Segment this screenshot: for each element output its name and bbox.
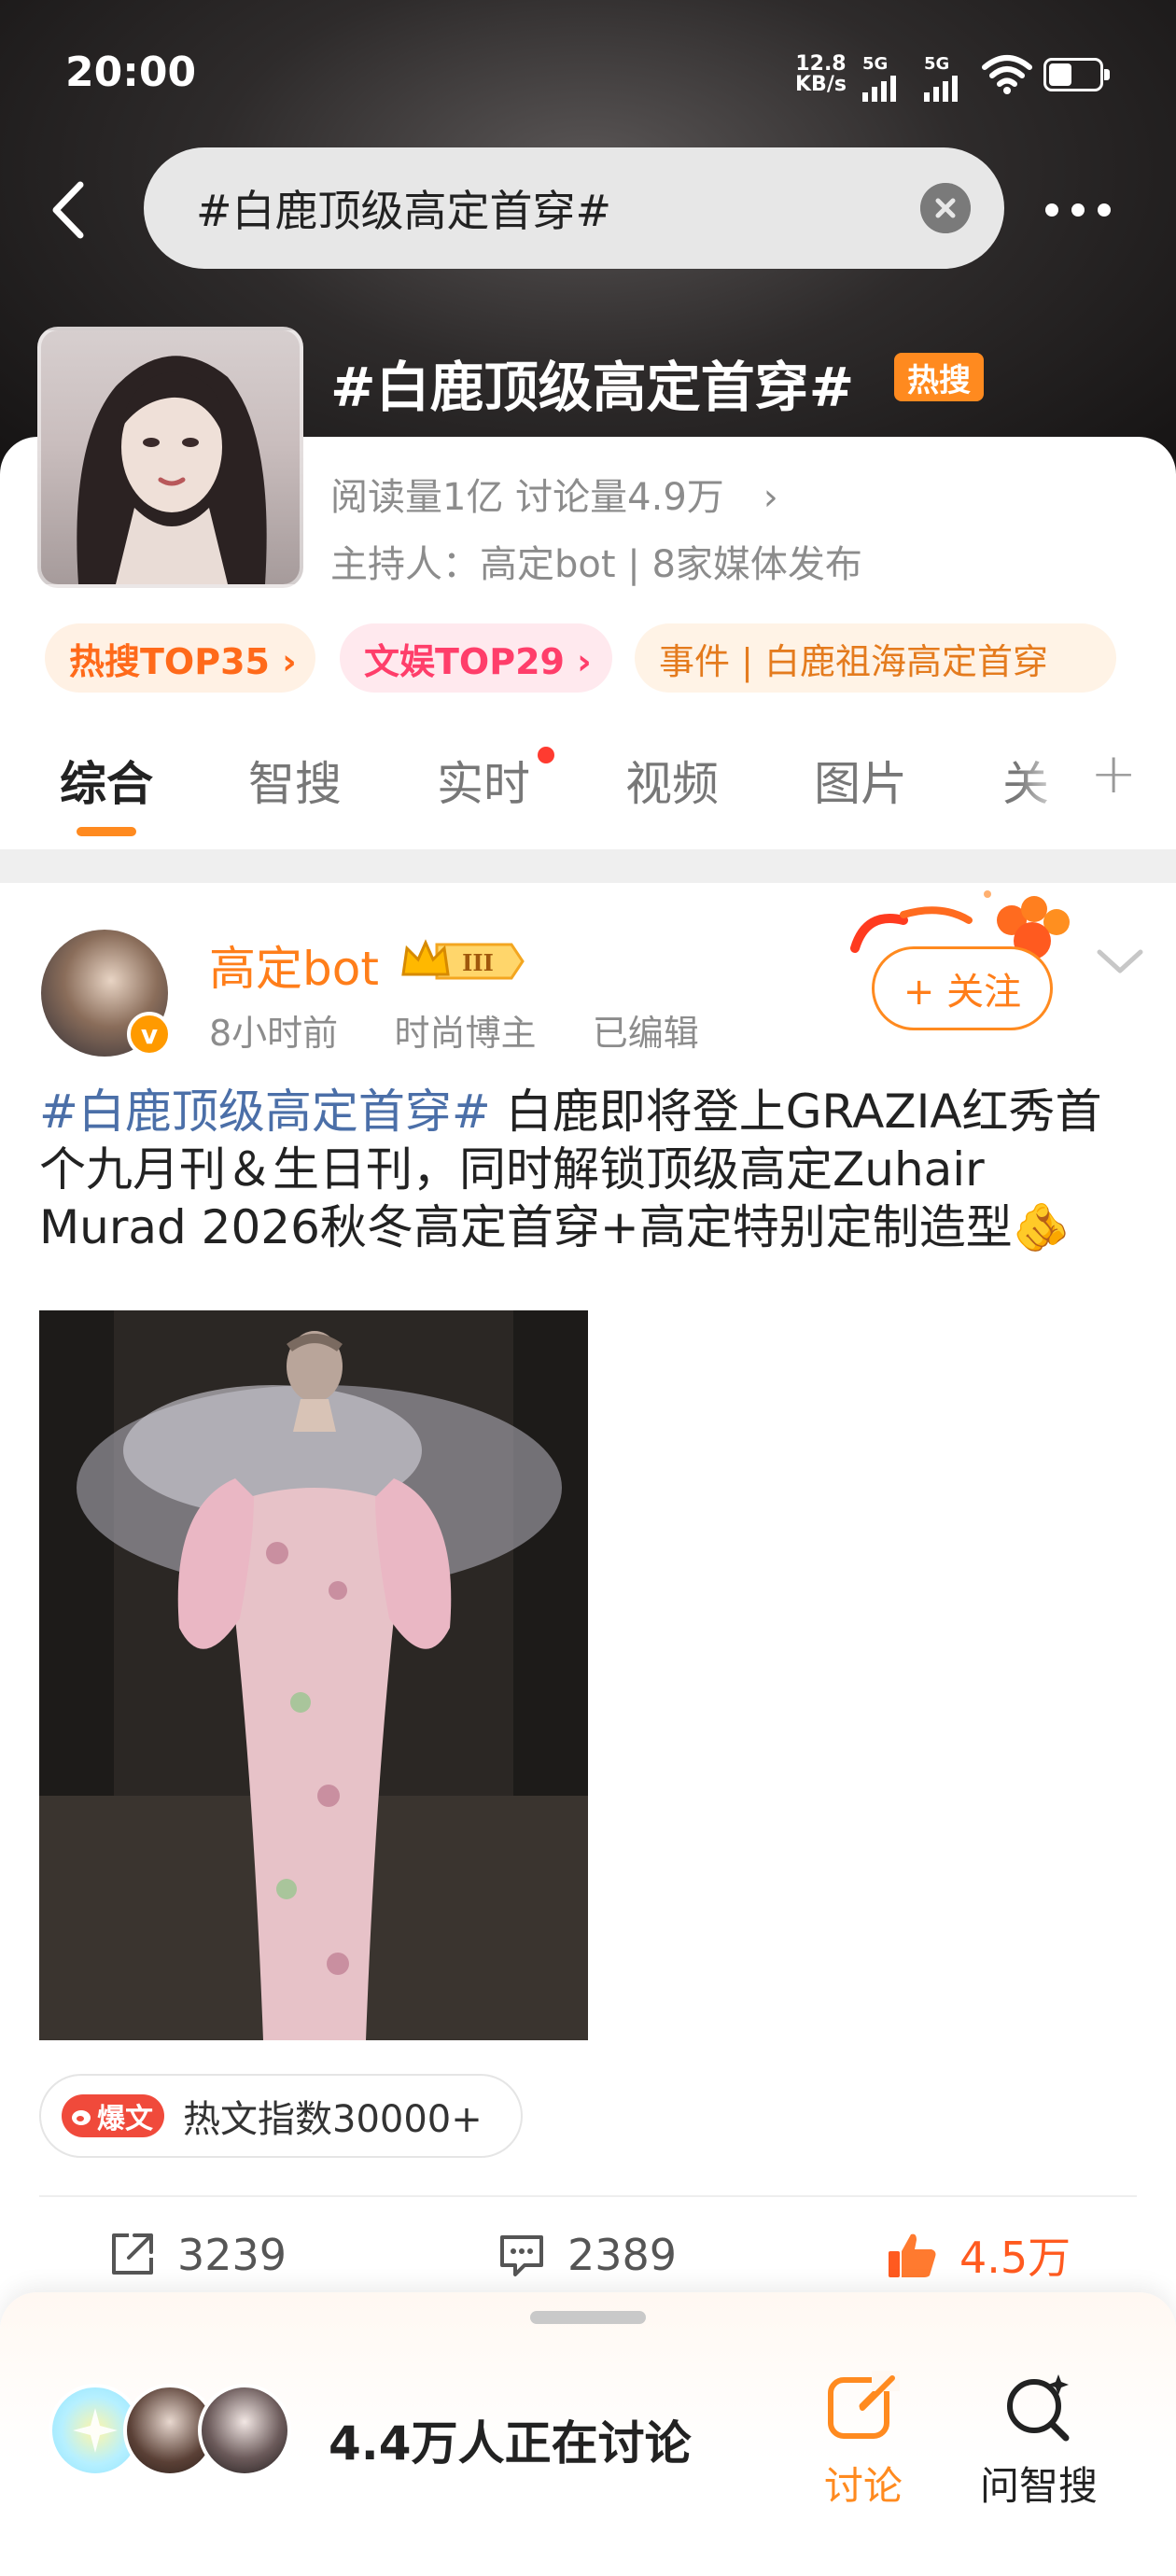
tab-video[interactable]: 视频 (625, 747, 719, 814)
like-button[interactable]: 4.5万 (885, 2227, 1071, 2283)
topic-title: #白鹿顶级高定首穿# (330, 356, 855, 419)
crown-rank-icon: III (399, 937, 525, 986)
post-time: 8小时前 (209, 1013, 339, 1054)
event-label: 事件 | 白鹿祖海高定首穿 (659, 640, 1048, 682)
topic-cover-image[interactable] (37, 327, 303, 588)
pointing-emoji: 🫵 (1012, 1200, 1071, 1254)
hot-search-rank-pill[interactable]: 热搜TOP35 › (45, 623, 315, 693)
repost-count: 3239 (177, 2230, 287, 2280)
ask-smart-search-label: 问智搜 (979, 2463, 1098, 2509)
ask-smart-search-button[interactable]: 问智搜 (978, 2371, 1099, 2512)
event-pill[interactable]: 事件 | 白鹿祖海高定首穿 (635, 623, 1116, 693)
clear-search-icon[interactable] (920, 183, 971, 233)
topic-stats-text: 阅读量1亿 讨论量4.9万 (330, 476, 724, 519)
new-content-dot (538, 747, 554, 763)
drag-handle[interactable] (530, 2311, 646, 2324)
entertainment-rank-pill[interactable]: 文娱TOP29 › (340, 623, 612, 693)
viral-post-badge: 爆文 (62, 2094, 164, 2137)
signal-2-label: 5G (924, 54, 950, 74)
network-speed: 12.8 KB/s (795, 54, 847, 95)
post-image[interactable] (39, 1310, 588, 2040)
hot-index-text: 热文指数30000+ (183, 2098, 483, 2141)
discuss-button[interactable]: 讨论 (803, 2371, 924, 2512)
topic-host: 主持人：高定bot | 8家媒体发布 (330, 543, 862, 586)
signal-bars-icon (924, 74, 958, 102)
search-input[interactable]: #白鹿顶级高定首穿# (144, 147, 1004, 269)
tab-realtime[interactable]: 实时 (437, 747, 530, 814)
back-button[interactable] (45, 177, 101, 243)
network-speed-value: 12.8 (795, 52, 847, 76)
action-divider (39, 2195, 1137, 2197)
battery-icon (1043, 58, 1110, 91)
add-tab-icon[interactable]: + (1090, 741, 1137, 806)
discussion-count: 4.4万人正在讨论 (329, 2416, 692, 2471)
signal-1: 5G (862, 54, 896, 102)
hot-search-rank-label: 热搜TOP35 › (69, 640, 297, 682)
share-icon (112, 2233, 153, 2275)
active-tab-indicator (77, 827, 136, 836)
comment-count: 2389 (567, 2230, 678, 2280)
tab-smart-search[interactable]: 智搜 (248, 747, 342, 814)
signal-1-label: 5G (862, 54, 889, 74)
tab-images[interactable]: 图片 (814, 747, 907, 814)
participant-avatar-3 (198, 2384, 291, 2477)
tab-bar: 综合 智搜 实时 视频 图片 关 + (0, 737, 1176, 836)
weibo-logo-icon (72, 2110, 91, 2125)
signal-2: 5G (924, 54, 958, 102)
signal-bars-icon (862, 74, 896, 102)
hot-index-badge[interactable]: 爆文 热文指数30000+ (39, 2074, 523, 2158)
network-speed-unit: KB/s (795, 73, 847, 96)
chevron-right-icon: › (763, 476, 778, 519)
topic-stats[interactable]: 阅读量1亿 讨论量4.9万 › (330, 467, 778, 521)
verified-icon: v (127, 1012, 172, 1057)
post-body: #白鹿顶级高定首穿# 白鹿即将登上GRAZIA红秀首个九月刊＆生日刊，同时解锁顶… (39, 1083, 1141, 1256)
viral-post-label: 爆文 (97, 2103, 153, 2135)
tab-overflow-fade (1017, 737, 1092, 812)
compose-icon (828, 2371, 900, 2439)
section-separator (0, 849, 1176, 883)
thumbs-up-icon (889, 2233, 936, 2277)
follow-button[interactable]: + 关注 (872, 946, 1053, 1030)
chevron-down-icon[interactable] (1092, 943, 1148, 980)
more-options-button[interactable] (1045, 196, 1129, 224)
post-meta: 8小时前 时尚博主 已编辑 (209, 1004, 699, 1056)
edited-label: 已编辑 (592, 1013, 699, 1054)
search-query: #白鹿顶级高定首穿# (196, 186, 612, 236)
discuss-label: 讨论 (823, 2463, 903, 2509)
tab-comprehensive[interactable]: 综合 (60, 747, 153, 814)
post-hashtag[interactable]: #白鹿顶级高定首穿# (39, 1085, 491, 1139)
status-time: 20:00 (65, 49, 197, 96)
repost-button[interactable]: 3239 (106, 2227, 287, 2283)
comment-icon (500, 2235, 543, 2276)
entertainment-rank-label: 文娱TOP29 › (364, 640, 592, 682)
comment-button[interactable]: 2389 (497, 2227, 677, 2283)
wifi-icon (982, 55, 1032, 94)
like-count: 4.5万 (959, 2233, 1071, 2283)
hot-search-badge: 热搜 (894, 353, 984, 401)
author-name[interactable]: 高定bot (209, 931, 379, 999)
smart-search-icon (1007, 2374, 1070, 2442)
author-role: 时尚博主 (394, 1013, 537, 1054)
rank-level-text: III (462, 949, 494, 976)
